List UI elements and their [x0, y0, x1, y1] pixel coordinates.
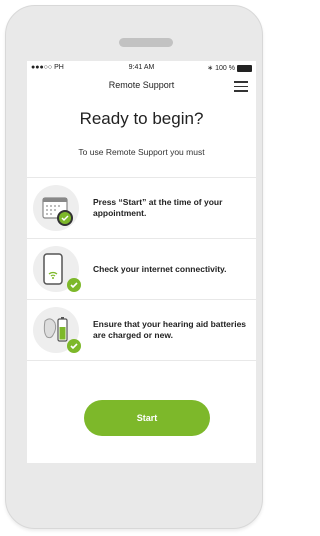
- phone-frame: ●●●○○ PH 9:41 AM ∗ 100 % Remote Support …: [5, 5, 263, 529]
- nav-bar: Remote Support: [27, 74, 256, 96]
- hearing-aid-battery-icon: [33, 307, 81, 353]
- phone-wifi-icon: [33, 246, 81, 292]
- list-item: Ensure that your hearing aid batteries a…: [27, 300, 256, 361]
- checkmark-icon: [67, 278, 81, 292]
- step-text: Check your internet connectivity.: [93, 263, 227, 274]
- calendar-clock-icon: [33, 185, 79, 231]
- checkmark-icon: [67, 339, 81, 353]
- battery-icon: [237, 64, 252, 72]
- step-text: Ensure that your hearing aid batteries a…: [93, 319, 247, 340]
- battery-status: ∗ 100 %: [207, 64, 252, 72]
- page-subtitle: To use Remote Support you must: [78, 147, 205, 157]
- bluetooth-icon: ∗: [207, 65, 214, 72]
- steps-list: Press “Start” at the time of your appoin…: [27, 177, 256, 361]
- nav-title: Remote Support: [108, 80, 175, 90]
- start-button[interactable]: Start: [84, 400, 210, 436]
- battery-label: 100 %: [215, 64, 235, 72]
- phone-speaker: [119, 38, 173, 47]
- app-screen: ●●●○○ PH 9:41 AM ∗ 100 % Remote Support …: [27, 61, 256, 463]
- list-item: Press “Start” at the time of your appoin…: [27, 178, 256, 239]
- page-title: Ready to begin?: [79, 109, 204, 128]
- list-item: Check your internet connectivity.: [27, 239, 256, 300]
- status-bar: ●●●○○ PH 9:41 AM ∗ 100 %: [27, 61, 256, 74]
- hamburger-menu-icon[interactable]: [234, 81, 248, 92]
- step-text: Press “Start” at the time of your appoin…: [93, 197, 223, 218]
